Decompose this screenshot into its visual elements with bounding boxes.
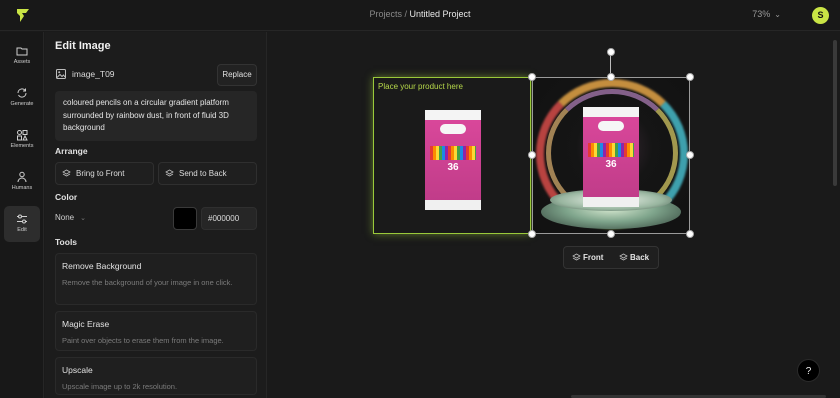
rail-label-edit: Edit bbox=[17, 227, 27, 233]
color-swatch[interactable] bbox=[173, 207, 197, 230]
rail-label-humans: Humans bbox=[11, 185, 33, 191]
image-name: image_T09 bbox=[72, 69, 115, 79]
layer-toolbar: Front Back bbox=[563, 246, 659, 269]
sliders-icon bbox=[17, 214, 27, 224]
rail-item-generate[interactable]: Generate bbox=[4, 80, 40, 116]
resize-handle-e[interactable] bbox=[686, 151, 694, 159]
rail-item-humans[interactable]: Humans bbox=[4, 164, 40, 200]
shapes-icon bbox=[17, 130, 28, 141]
nav-rail: Assets Generate Elements Humans Edit bbox=[0, 32, 44, 398]
breadcrumb-separator: / bbox=[404, 9, 407, 19]
image-icon bbox=[56, 69, 66, 79]
back-label: Back bbox=[630, 253, 650, 262]
tool-title: Magic Erase bbox=[62, 319, 110, 329]
breadcrumb: Projects / Untitled Project bbox=[0, 9, 840, 19]
user-avatar[interactable]: S bbox=[812, 7, 829, 24]
placeholder-label: Place your product here bbox=[378, 82, 463, 91]
color-mode-value: None bbox=[55, 213, 75, 222]
front-button[interactable]: Front bbox=[571, 247, 603, 268]
rail-item-assets[interactable]: Assets bbox=[4, 38, 40, 74]
tool-remove-background[interactable]: Remove Background Remove the background … bbox=[55, 253, 257, 305]
resize-handle-n[interactable] bbox=[607, 73, 615, 81]
rail-label-assets: Assets bbox=[13, 59, 31, 65]
vertical-scrollbar[interactable] bbox=[833, 40, 837, 186]
panel-title: Edit Image bbox=[55, 40, 111, 52]
tool-description: Upscale image up to 2k resolution. bbox=[62, 382, 178, 391]
refresh-icon bbox=[17, 88, 27, 98]
back-button[interactable]: Back bbox=[618, 247, 649, 268]
bring-to-front-label: Bring to Front bbox=[76, 169, 125, 178]
tool-title: Upscale bbox=[62, 365, 93, 375]
tool-upscale[interactable]: Upscale Upscale image up to 2k resolutio… bbox=[55, 357, 257, 395]
rail-item-edit[interactable]: Edit bbox=[4, 206, 40, 242]
bring-to-front-button[interactable]: Bring to Front bbox=[55, 162, 154, 185]
resize-handle-sw[interactable] bbox=[528, 230, 536, 238]
rotate-handle[interactable] bbox=[607, 48, 615, 56]
resize-handle-ne[interactable] bbox=[686, 73, 694, 81]
breadcrumb-projects[interactable]: Projects bbox=[369, 9, 402, 19]
tool-magic-erase[interactable]: Magic Erase Paint over objects to erase … bbox=[55, 311, 257, 351]
zoom-dropdown[interactable]: 73% ⌄ bbox=[752, 9, 781, 19]
box-pencils bbox=[430, 146, 476, 160]
box-foot bbox=[425, 200, 481, 210]
tools-heading: Tools bbox=[55, 237, 78, 247]
tool-description: Paint over objects to erase them from th… bbox=[62, 336, 224, 345]
layers-up-icon bbox=[572, 253, 581, 261]
top-bar: Projects / Untitled Project 73% ⌄ S bbox=[0, 0, 840, 31]
layers-down-icon bbox=[165, 169, 174, 177]
rail-label-generate: Generate bbox=[10, 101, 34, 107]
folder-icon bbox=[16, 47, 28, 56]
person-icon bbox=[17, 171, 27, 183]
send-to-back-label: Send to Back bbox=[179, 169, 227, 178]
selection-outline bbox=[532, 77, 690, 234]
send-to-back-button[interactable]: Send to Back bbox=[158, 162, 257, 185]
resize-handle-s[interactable] bbox=[607, 230, 615, 238]
tool-title: Remove Background bbox=[62, 261, 142, 271]
canvas-area[interactable]: Place your product here 36 36 Front Back bbox=[268, 32, 840, 398]
rail-label-elements: Elements bbox=[10, 143, 34, 149]
zoom-level: 73% bbox=[752, 9, 771, 19]
prompt-text[interactable]: coloured pencils on a circular gradient … bbox=[55, 91, 257, 141]
arrange-heading: Arrange bbox=[55, 146, 88, 156]
box-count: 36 bbox=[447, 162, 459, 173]
edit-panel: Edit Image image_T09 Replace coloured pe… bbox=[45, 32, 267, 398]
box-brand-badge bbox=[440, 124, 466, 134]
product-placeholder[interactable]: Place your product here 36 bbox=[373, 77, 531, 234]
color-hex-input[interactable]: #000000 bbox=[201, 207, 257, 230]
layers-down-icon bbox=[619, 253, 628, 261]
chevron-down-icon: ⌄ bbox=[80, 215, 86, 222]
color-heading: Color bbox=[55, 192, 78, 202]
resize-handle-w[interactable] bbox=[528, 151, 536, 159]
product-image[interactable]: 36 bbox=[425, 110, 481, 210]
chevron-down-icon: ⌄ bbox=[774, 10, 781, 19]
breadcrumb-current[interactable]: Untitled Project bbox=[410, 9, 471, 19]
front-label: Front bbox=[583, 253, 604, 262]
help-button[interactable]: ? bbox=[797, 359, 820, 382]
rail-item-elements[interactable]: Elements bbox=[4, 122, 40, 158]
tool-description: Remove the background of your image in o… bbox=[62, 278, 233, 287]
replace-button[interactable]: Replace bbox=[217, 64, 257, 86]
resize-handle-nw[interactable] bbox=[528, 73, 536, 81]
layers-up-icon bbox=[62, 169, 71, 177]
resize-handle-se[interactable] bbox=[686, 230, 694, 238]
color-mode-select[interactable]: None ⌄ bbox=[55, 213, 86, 222]
